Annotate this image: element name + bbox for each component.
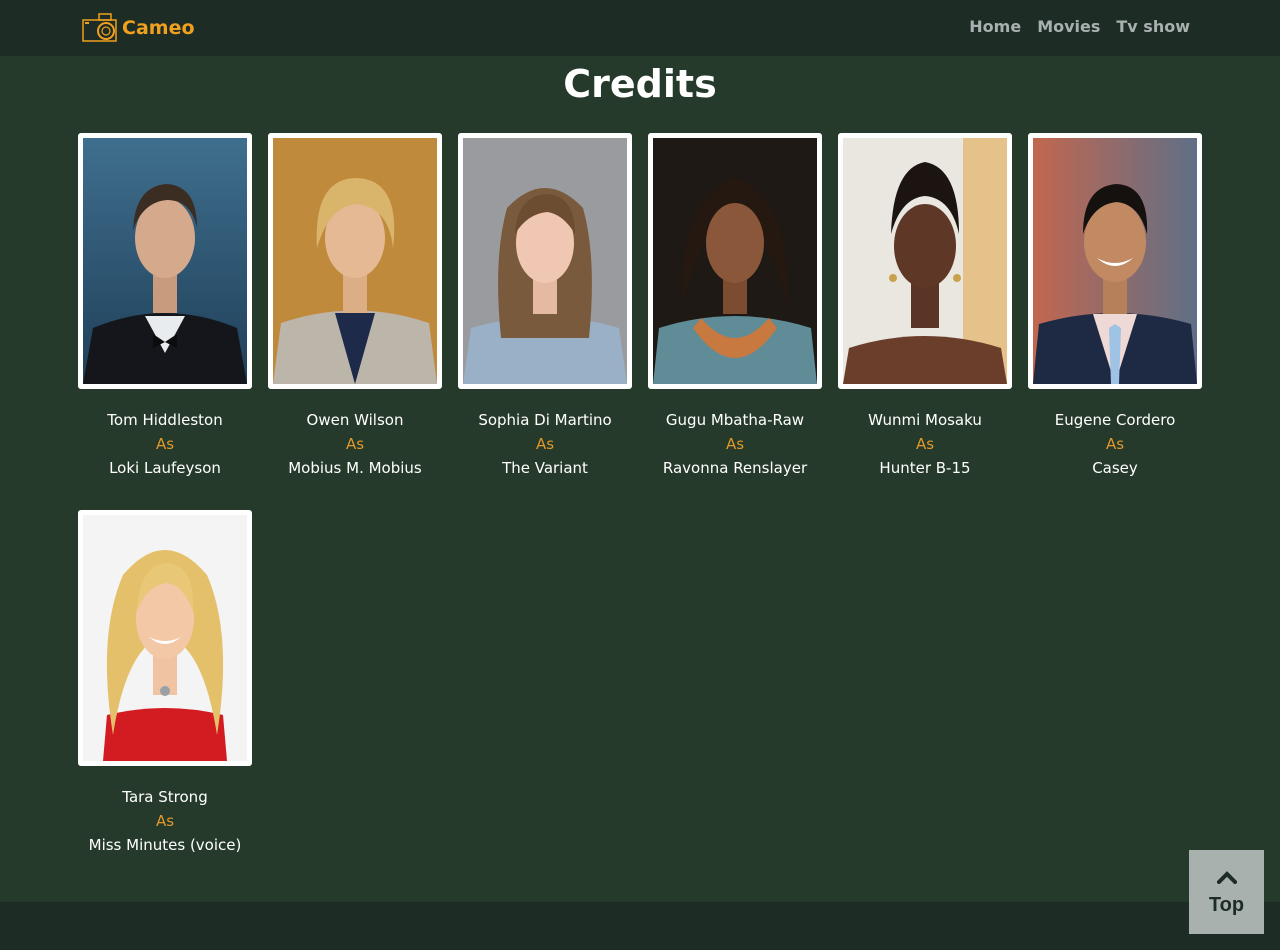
nav-home[interactable]: Home xyxy=(969,17,1021,36)
as-label: As xyxy=(155,812,175,830)
cast-photo-frame xyxy=(648,133,822,389)
as-label: As xyxy=(535,435,555,453)
nav-tv-show[interactable]: Tv show xyxy=(1116,17,1190,36)
character-name: Miss Minutes (voice) xyxy=(88,836,242,854)
brand-name: Cameo xyxy=(122,17,195,39)
as-label: As xyxy=(1105,435,1125,453)
actor-portrait-image xyxy=(1033,138,1197,384)
character-name: Ravonna Renslayer xyxy=(662,459,808,477)
cast-photo-frame xyxy=(268,133,442,389)
cast-photo-frame xyxy=(458,133,632,389)
camera-icon xyxy=(82,13,117,42)
main-nav: Home Movies Tv show xyxy=(969,17,1190,36)
cast-card[interactable]: Wunmi Mosaku As Hunter B-15 xyxy=(838,133,1012,480)
cast-card[interactable]: Tom Hiddleston As Loki Laufeyson xyxy=(78,133,252,480)
character-name: Loki Laufeyson xyxy=(109,459,221,477)
page-title: Credits xyxy=(563,62,717,106)
actor-name: Gugu Mbatha-Raw xyxy=(665,411,805,429)
as-label: As xyxy=(155,435,175,453)
cast-photo xyxy=(843,138,1007,384)
cast-photo-frame xyxy=(838,133,1012,389)
cast-photo xyxy=(653,138,817,384)
actor-name: Eugene Cordero xyxy=(1054,411,1176,429)
back-to-top-button[interactable]: Top xyxy=(1189,850,1264,934)
as-label: As xyxy=(345,435,365,453)
navbar: Cameo Home Movies Tv show xyxy=(0,0,1280,56)
cast-photo xyxy=(83,515,247,761)
cast-card[interactable]: Gugu Mbatha-Raw As Ravonna Renslayer xyxy=(648,133,822,480)
cast-card[interactable]: Tara Strong As Miss Minutes (voice) xyxy=(78,510,252,857)
as-label: As xyxy=(725,435,745,453)
back-to-top-label: Top xyxy=(1208,893,1245,916)
actor-name: Tom Hiddleston xyxy=(107,411,223,429)
footer xyxy=(0,902,1280,950)
actor-name: Owen Wilson xyxy=(306,411,404,429)
cast-photo xyxy=(463,138,627,384)
nav-movies[interactable]: Movies xyxy=(1037,17,1100,36)
actor-portrait-image xyxy=(273,138,437,384)
cast-card[interactable]: Eugene Cordero As Casey xyxy=(1028,133,1202,480)
character-name: The Variant xyxy=(502,459,588,477)
cast-photo xyxy=(273,138,437,384)
cast-photo xyxy=(1033,138,1197,384)
actor-name: Sophia Di Martino xyxy=(478,411,612,429)
as-label: As xyxy=(915,435,935,453)
cast-photo-frame xyxy=(78,133,252,389)
actor-portrait-image xyxy=(83,138,247,384)
actor-portrait-image xyxy=(463,138,627,384)
character-name: Casey xyxy=(1092,459,1138,477)
character-name: Mobius M. Mobius xyxy=(288,459,422,477)
character-name: Hunter B-15 xyxy=(879,459,971,477)
brand-logo[interactable]: Cameo xyxy=(82,12,195,44)
actor-name: Wunmi Mosaku xyxy=(868,411,982,429)
cast-card[interactable]: Sophia Di Martino As The Variant xyxy=(458,133,632,480)
actor-name: Tara Strong xyxy=(122,788,208,806)
actor-portrait-image xyxy=(843,138,1007,384)
cast-photo-frame xyxy=(1028,133,1202,389)
cast-card[interactable]: Owen Wilson As Mobius M. Mobius xyxy=(268,133,442,480)
actor-portrait-image xyxy=(83,515,247,761)
cast-photo-frame xyxy=(78,510,252,766)
actor-portrait-image xyxy=(653,138,817,384)
cast-photo xyxy=(83,138,247,384)
chevron-up-icon xyxy=(1215,868,1238,888)
